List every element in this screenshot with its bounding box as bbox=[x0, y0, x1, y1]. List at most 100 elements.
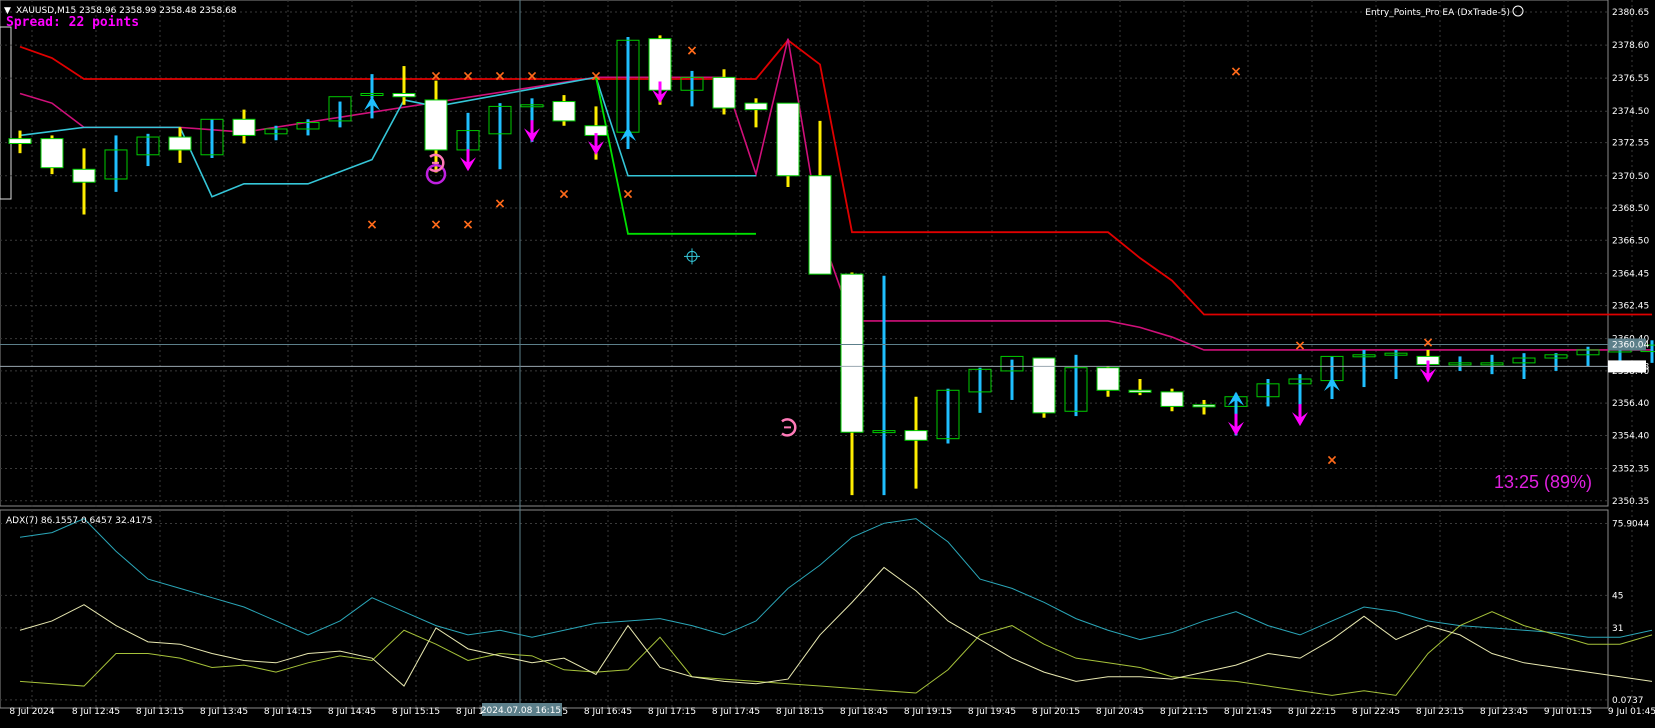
candle-body bbox=[552, 101, 576, 122]
time-tick: 8 Jul 19:15 bbox=[904, 707, 952, 717]
candle[interactable] bbox=[104, 135, 128, 192]
candle-body bbox=[1192, 404, 1216, 408]
time-tick: 8 Jul 23:15 bbox=[1416, 707, 1464, 717]
candle[interactable] bbox=[1192, 399, 1216, 415]
x-marker-icon: × bbox=[462, 217, 474, 233]
x-marker-icon: × bbox=[590, 69, 602, 85]
candle[interactable] bbox=[1032, 357, 1056, 418]
candle[interactable] bbox=[1064, 354, 1088, 417]
time-tick: 8 Jul 21:45 bbox=[1224, 707, 1272, 717]
candle[interactable] bbox=[712, 69, 736, 115]
candle[interactable] bbox=[72, 148, 96, 215]
candle[interactable] bbox=[1384, 349, 1408, 379]
candle-body bbox=[1128, 389, 1152, 393]
adx-tick: 75.9044 bbox=[1612, 520, 1649, 530]
candle-body bbox=[424, 99, 448, 151]
candle[interactable] bbox=[1128, 378, 1152, 396]
x-marker-icon: × bbox=[1294, 338, 1306, 354]
time-tick: 8 Jul 19:45 bbox=[968, 707, 1016, 717]
time-tick: 8 Jul 20:15 bbox=[1032, 707, 1080, 717]
candle-body bbox=[712, 76, 736, 109]
candle[interactable] bbox=[616, 37, 640, 136]
time-tick: 8 Jul 22:45 bbox=[1352, 707, 1400, 717]
price-panel-frame bbox=[0, 0, 1609, 507]
adx-tick: 45 bbox=[1612, 591, 1623, 601]
adx-tick: 31 bbox=[1612, 624, 1623, 634]
price-tick: 2356.40 bbox=[1612, 399, 1649, 409]
candle[interactable] bbox=[1352, 349, 1376, 388]
candle[interactable] bbox=[392, 66, 416, 105]
candle[interactable] bbox=[488, 103, 512, 170]
candle[interactable] bbox=[232, 109, 256, 144]
time-tick: 8 Jul 14:45 bbox=[328, 707, 376, 717]
candle[interactable] bbox=[200, 118, 224, 159]
price-tick: 2378.60 bbox=[1612, 41, 1649, 51]
candle[interactable] bbox=[1544, 353, 1568, 371]
candle[interactable] bbox=[424, 80, 448, 173]
candle[interactable] bbox=[776, 102, 800, 188]
candle[interactable] bbox=[136, 133, 160, 167]
adx-panel[interactable] bbox=[19, 518, 1653, 696]
adx-series-line bbox=[19, 611, 1653, 696]
candle[interactable] bbox=[552, 95, 576, 126]
candle[interactable] bbox=[328, 96, 352, 128]
candle[interactable] bbox=[1000, 355, 1024, 400]
crosshair-time-label: 2024.07.08 16:15 bbox=[481, 706, 561, 716]
candle[interactable] bbox=[872, 275, 896, 496]
candle-body bbox=[744, 102, 768, 111]
x-marker-icon: × bbox=[462, 69, 474, 85]
price-tick: 2380.65 bbox=[1612, 8, 1649, 18]
x-marker-icon: × bbox=[366, 217, 378, 233]
candle[interactable] bbox=[360, 74, 384, 99]
price-tick: 2372.55 bbox=[1612, 139, 1649, 149]
candle-body bbox=[808, 175, 832, 275]
x-marker-icon: × bbox=[494, 69, 506, 85]
price-panel[interactable]: × × × × × × × × × × × × × × × × bbox=[0, 0, 1655, 710]
candle[interactable] bbox=[1576, 346, 1600, 367]
candle-body bbox=[776, 102, 800, 177]
adx-tick: 0.0737 bbox=[1612, 696, 1644, 706]
candle[interactable] bbox=[968, 367, 992, 413]
candle[interactable] bbox=[1256, 378, 1280, 407]
candle[interactable] bbox=[168, 127, 192, 163]
candle[interactable] bbox=[680, 70, 704, 107]
time-tick: 8 Jul 22:15 bbox=[1288, 707, 1336, 717]
candle-body bbox=[904, 430, 928, 441]
time-tick: 8 Jul 16:45 bbox=[584, 707, 632, 717]
x-marker-icon: × bbox=[430, 217, 442, 233]
countdown-label: 13:25 (89%) bbox=[1494, 472, 1592, 492]
side-bracket bbox=[0, 26, 12, 200]
candle[interactable] bbox=[744, 98, 768, 128]
x-marker-icon: × bbox=[686, 43, 698, 59]
time-tick: 8 Jul 14:15 bbox=[264, 707, 312, 717]
price-tick: 2376.55 bbox=[1612, 74, 1649, 84]
time-tick: 8 Jul 23:45 bbox=[1480, 707, 1528, 717]
trading-chart[interactable]: × × × × ××× × ××× ××××× 2380.652378.602376.5523… bbox=[0, 0, 1655, 724]
price-tick: 2370.50 bbox=[1612, 172, 1649, 182]
x-marker-icon: × bbox=[494, 196, 506, 212]
price-tick: 2350.35 bbox=[1612, 497, 1649, 507]
chart-container[interactable]: × × × × × × × × × × × × × × × × 2380.65 2378.60 2376.55 23… bbox=[0, 0, 1655, 724]
smiley-icon[interactable] bbox=[1512, 5, 1524, 17]
candle[interactable] bbox=[1480, 354, 1504, 375]
price-tick: 2366.50 bbox=[1612, 236, 1649, 246]
x-marker-icon: × bbox=[1230, 64, 1242, 80]
candle[interactable] bbox=[1448, 356, 1472, 371]
candle[interactable] bbox=[1096, 366, 1120, 397]
adx-label: ADX(7) 86.1557 0.6457 32.4175 bbox=[6, 516, 153, 526]
axes: 2380.65 2378.60 2376.55 2374.50 2372.55 2370.… bbox=[9, 8, 1655, 717]
candle[interactable] bbox=[904, 396, 928, 489]
candle-body bbox=[1160, 391, 1184, 407]
adx-series-line bbox=[19, 566, 1653, 687]
lower-band-line bbox=[19, 76, 756, 198]
time-tick: 8 Jul 17:45 bbox=[712, 707, 760, 717]
price-tick: 2374.50 bbox=[1612, 107, 1649, 117]
candle[interactable] bbox=[840, 272, 864, 496]
candle[interactable] bbox=[1160, 388, 1184, 412]
spread-label: Spread: 22 points bbox=[6, 15, 139, 30]
ea-label: Entry_Points_Pro EA (DxTrade-5) bbox=[1365, 8, 1510, 18]
candle-body bbox=[40, 138, 64, 169]
candle[interactable] bbox=[40, 135, 64, 175]
candle-body bbox=[1096, 367, 1120, 391]
candle[interactable] bbox=[808, 120, 832, 275]
